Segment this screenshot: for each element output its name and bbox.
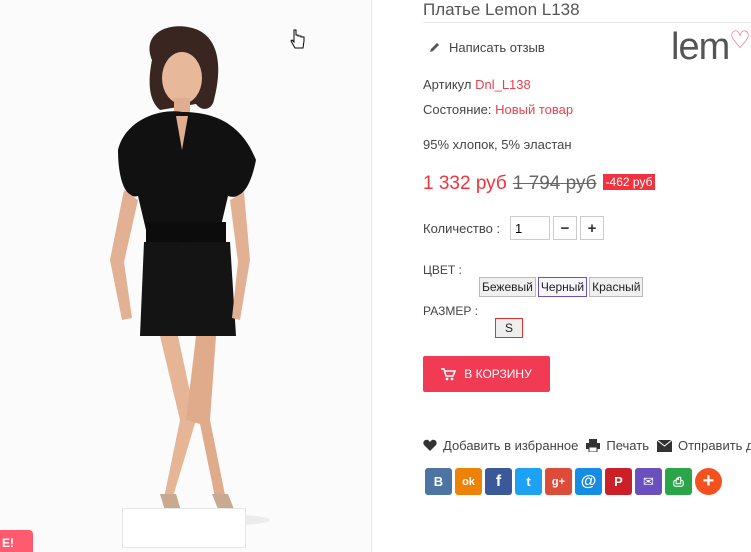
facebook-icon[interactable]: f: [485, 468, 512, 495]
wishlist-label: Добавить в избранное: [443, 438, 579, 453]
size-label: РАЗМЕР :: [423, 304, 478, 318]
printer-icon: [586, 439, 601, 452]
product-title: Платье Lemon L138: [423, 0, 580, 19]
mailru-icon[interactable]: @: [575, 468, 602, 495]
odnoklassniki-icon[interactable]: ok: [455, 468, 482, 495]
quantity-minus-button[interactable]: −: [553, 216, 578, 240]
size-options: S: [495, 318, 524, 338]
add-to-cart-button[interactable]: В КОРЗИНУ: [423, 356, 550, 392]
twitter-icon[interactable]: t: [515, 468, 542, 495]
product-info-panel: Платье Lemon L138 Написать отзыв lem♡ Ар…: [373, 0, 751, 552]
add-to-cart-label: В КОРЗИНУ: [464, 367, 532, 381]
vk-icon[interactable]: B: [425, 468, 452, 495]
brand-logo-text: lem: [671, 26, 730, 68]
print-icon[interactable]: ⎙: [665, 468, 692, 495]
quantity-input[interactable]: [510, 216, 551, 240]
sku-row: Артикул Dnl_L138: [423, 77, 531, 92]
print-label: Печать: [606, 438, 649, 453]
color-option-black[interactable]: Черный: [537, 277, 588, 297]
sku-value: Dnl_L138: [475, 77, 531, 92]
discount-badge: -462 руб: [602, 174, 656, 190]
title-divider: [423, 22, 751, 23]
product-image-panel[interactable]: E!: [0, 0, 372, 552]
color-label: ЦВЕТ :: [423, 263, 462, 277]
wishlist-action[interactable]: Добавить в избранное: [423, 438, 578, 453]
print-action[interactable]: Печать: [586, 438, 649, 453]
condition-value: Новый товар: [495, 102, 574, 117]
send-label: Отправить д: [677, 438, 751, 453]
send-action[interactable]: Отправить д: [656, 438, 751, 453]
googleplus-icon[interactable]: g+: [545, 468, 572, 495]
cart-icon: [441, 367, 457, 380]
heart-icon: ♡: [729, 27, 750, 54]
color-option-beige[interactable]: Бежевый: [479, 277, 536, 297]
color-options: Бежевый Черный Красный: [479, 277, 644, 297]
envelope-icon: [656, 439, 672, 452]
write-review-link[interactable]: Написать отзыв: [428, 40, 545, 55]
price-row: 1 332 руб 1 794 руб -462 руб: [423, 173, 656, 195]
hand-cursor-icon: [290, 29, 305, 49]
quantity-row: Количество : − +: [423, 216, 605, 240]
composition-text: 95% хлопок, 5% эластан: [423, 137, 572, 152]
quantity-label: Количество :: [423, 220, 501, 236]
email-icon[interactable]: ✉: [635, 468, 662, 495]
more-icon[interactable]: +: [695, 468, 722, 495]
sku-label: Артикул: [423, 77, 472, 92]
product-photo[interactable]: [0, 0, 372, 552]
color-option-red[interactable]: Красный: [589, 277, 644, 297]
corner-badge[interactable]: E!: [0, 530, 33, 552]
price-current: 1 332 руб: [423, 173, 507, 194]
pinterest-icon[interactable]: P: [605, 468, 632, 495]
share-buttons: B ok f t g+ @ P ✉ ⎙ +: [425, 468, 722, 495]
pencil-icon: [430, 43, 439, 52]
write-review-label: Написать отзыв: [449, 40, 545, 55]
thumbnail-strip[interactable]: [122, 508, 246, 548]
heart-icon: [423, 439, 437, 451]
condition-row: Состояние: Новый товар: [423, 102, 573, 117]
size-option-s[interactable]: S: [495, 318, 524, 338]
quantity-plus-button[interactable]: +: [580, 216, 605, 240]
brand-logo[interactable]: lem♡: [671, 26, 751, 69]
price-old: 1 794 руб: [512, 173, 597, 194]
condition-label: Состояние:: [423, 102, 492, 117]
product-actions: Добавить в избранное Печать Отправить д: [423, 438, 751, 453]
